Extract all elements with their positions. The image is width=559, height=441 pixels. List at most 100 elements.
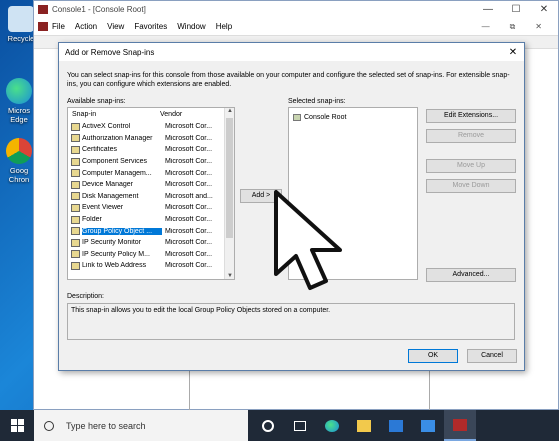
snapin-icon bbox=[71, 227, 80, 236]
scroll-up-icon[interactable]: ▲ bbox=[225, 108, 234, 114]
table-row[interactable]: ActiveX Control Microsoft Cor... bbox=[68, 121, 234, 133]
table-row[interactable]: Authorization Manager Microsoft Cor... bbox=[68, 133, 234, 145]
snapin-icon bbox=[71, 169, 80, 178]
menu-window[interactable]: Window bbox=[177, 22, 205, 31]
dialog-close-icon[interactable]: ✕ bbox=[502, 47, 524, 58]
table-row[interactable]: Certificates Microsoft Cor... bbox=[68, 144, 234, 156]
snapin-icon bbox=[71, 122, 80, 131]
snapin-name: Computer Managem... bbox=[82, 169, 152, 177]
snapin-vendor: Microsoft Cor... bbox=[165, 250, 213, 258]
task-view-icon bbox=[294, 420, 306, 431]
dialog-description: You can select snap-ins for this console… bbox=[67, 72, 510, 88]
cortana-icon bbox=[262, 419, 274, 432]
column-vendor[interactable]: Vendor bbox=[160, 111, 182, 118]
maximize-icon[interactable]: ☐ bbox=[502, 4, 530, 15]
taskbar-search-box[interactable]: Type here to search bbox=[34, 410, 248, 441]
menu-help[interactable]: Help bbox=[216, 22, 232, 31]
snapin-name: IP Security Policy M... bbox=[82, 250, 150, 258]
menu-file[interactable]: File bbox=[52, 22, 65, 31]
snapin-vendor: Microsoft Cor... bbox=[165, 262, 213, 270]
snapin-vendor: Microsoft Cor... bbox=[165, 227, 213, 235]
dialog-title: Add or Remove Snap-ins bbox=[65, 47, 155, 57]
table-row[interactable]: Component Services Microsoft Cor... bbox=[68, 156, 234, 168]
remove-button[interactable]: Remove bbox=[426, 129, 516, 143]
ok-button[interactable]: OK bbox=[408, 349, 458, 363]
table-row[interactable]: IP Security Policy M... Microsoft Cor... bbox=[68, 249, 234, 261]
inner-close-icon[interactable]: ✕ bbox=[535, 22, 542, 32]
mouse-pointer-icon bbox=[274, 190, 342, 290]
inner-minimize-icon[interactable]: — bbox=[482, 22, 490, 32]
recycle-bin-icon bbox=[8, 6, 34, 32]
description-text: This snap-in allows you to edit the loca… bbox=[71, 307, 331, 314]
store-taskbar-button[interactable] bbox=[380, 410, 412, 441]
mmc-window-title: Console1 - [Console Root] bbox=[52, 5, 146, 14]
file-explorer-taskbar-button[interactable] bbox=[348, 410, 380, 441]
scroll-down-icon[interactable]: ▼ bbox=[225, 273, 234, 279]
table-row[interactable]: Group Policy Object ... Microsoft Cor... bbox=[68, 225, 234, 237]
move-down-button[interactable]: Move Down bbox=[426, 179, 516, 193]
snapin-icon bbox=[71, 261, 80, 270]
snapin-vendor: Microsoft Cor... bbox=[165, 146, 213, 154]
available-snapins-list[interactable]: Snap-in Vendor ActiveX Control Microsoft … bbox=[67, 107, 235, 280]
mmc-icon bbox=[453, 418, 467, 431]
list-item[interactable]: Console Root bbox=[289, 111, 417, 123]
desktop-icon-label: Recycle bbox=[7, 34, 35, 43]
snapin-name: IP Security Monitor bbox=[82, 239, 142, 247]
menu-action[interactable]: Action bbox=[75, 22, 97, 31]
snapin-name: Device Manager bbox=[82, 181, 133, 189]
snapin-icon bbox=[71, 203, 80, 212]
snapin-vendor: Microsoft Cor... bbox=[165, 169, 213, 177]
snapin-rows: ActiveX Control Microsoft Cor... Authoriza… bbox=[68, 121, 234, 272]
edge-icon bbox=[6, 78, 32, 104]
snapin-name: ActiveX Control bbox=[82, 123, 131, 131]
snapin-vendor: Microsoft and... bbox=[165, 192, 213, 200]
scrollbar-thumb[interactable] bbox=[226, 118, 233, 238]
mmc-title-bar: Console1 - [Console Root] — ☐ ✕ bbox=[34, 1, 558, 18]
cancel-button[interactable]: Cancel bbox=[467, 349, 517, 363]
edge-icon bbox=[325, 419, 339, 432]
mmc-menu-icon bbox=[38, 22, 48, 31]
dialog-title-bar: Add or Remove Snap-ins ✕ bbox=[59, 43, 524, 61]
task-view-button[interactable] bbox=[284, 410, 316, 441]
move-up-button[interactable]: Move Up bbox=[426, 159, 516, 173]
snapin-name: Disk Management bbox=[82, 192, 139, 200]
mmc-taskbar-button[interactable] bbox=[444, 410, 476, 441]
description-label: Description: bbox=[67, 293, 104, 300]
snapin-vendor: Microsoft Cor... bbox=[165, 181, 213, 189]
cortana-button[interactable] bbox=[252, 410, 284, 441]
menu-favorites[interactable]: Favorites bbox=[134, 22, 167, 31]
inner-restore-icon[interactable]: ⧉ bbox=[510, 22, 516, 32]
mail-taskbar-button[interactable] bbox=[412, 410, 444, 441]
close-icon[interactable]: ✕ bbox=[530, 4, 558, 15]
table-row[interactable]: Computer Managem... Microsoft Cor... bbox=[68, 167, 234, 179]
snapin-icon bbox=[71, 180, 80, 189]
table-row[interactable]: IP Security Monitor Microsoft Cor... bbox=[68, 237, 234, 249]
snapin-icon bbox=[71, 192, 80, 201]
chrome-icon bbox=[6, 138, 32, 164]
desktop-icon-label: Micros Edge bbox=[7, 106, 31, 124]
edge-taskbar-button[interactable] bbox=[316, 410, 348, 441]
table-row[interactable]: Link to Web Address Microsoft Cor... bbox=[68, 260, 234, 272]
table-row[interactable]: Event Viewer Microsoft Cor... bbox=[68, 202, 234, 214]
available-snapins-label: Available snap-ins: bbox=[67, 98, 126, 105]
start-button[interactable] bbox=[0, 410, 34, 441]
store-icon bbox=[389, 419, 403, 432]
selected-snapin-label: Console Root bbox=[304, 113, 347, 121]
minimize-icon[interactable]: — bbox=[474, 4, 502, 15]
advanced-button[interactable]: Advanced... bbox=[426, 268, 516, 282]
column-snapin[interactable]: Snap-in bbox=[68, 111, 160, 118]
mmc-app-icon bbox=[38, 5, 48, 14]
table-row[interactable]: Device Manager Microsoft Cor... bbox=[68, 179, 234, 191]
menu-view[interactable]: View bbox=[107, 22, 124, 31]
snapin-name: Event Viewer bbox=[82, 204, 124, 212]
snapin-icon bbox=[71, 145, 80, 154]
table-row[interactable]: Disk Management Microsoft and... bbox=[68, 191, 234, 203]
list-scrollbar[interactable]: ▲ ▼ bbox=[224, 108, 234, 279]
snapin-icon bbox=[71, 215, 80, 224]
table-row[interactable]: Folder Microsoft Cor... bbox=[68, 214, 234, 226]
snapin-vendor: Microsoft Cor... bbox=[165, 123, 213, 131]
snapin-vendor: Microsoft Cor... bbox=[165, 204, 213, 212]
edit-extensions-button[interactable]: Edit Extensions... bbox=[426, 109, 516, 123]
snapin-name: Group Policy Object ... bbox=[82, 227, 162, 235]
selected-snapins-label: Selected snap-ins: bbox=[288, 98, 346, 105]
